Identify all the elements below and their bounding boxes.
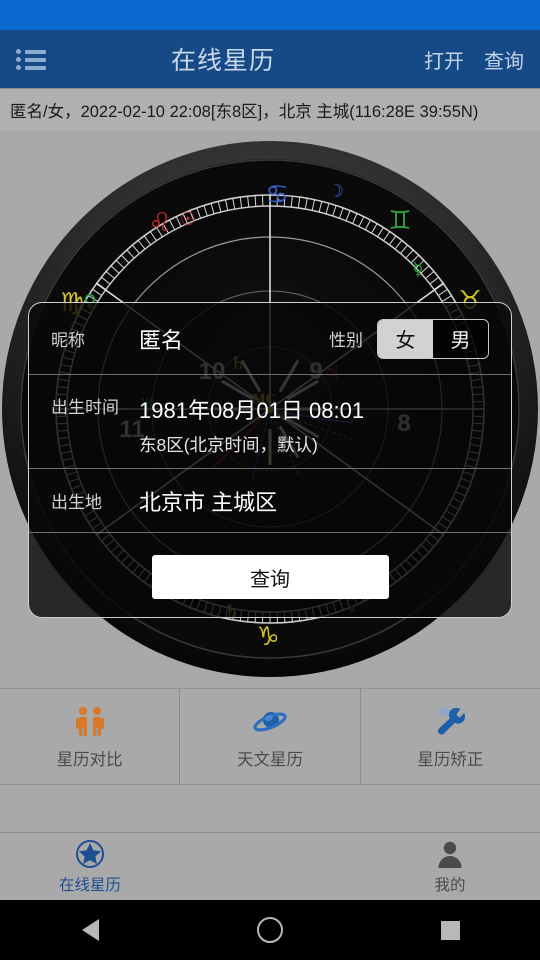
back-triangle-icon (81, 919, 99, 941)
query-action[interactable]: 查询 (484, 45, 524, 74)
feature-astronomy-label: 天文星历 (236, 750, 303, 769)
svg-text:♋: ♋ (265, 180, 288, 210)
star-circle-icon (75, 838, 105, 870)
svg-text:☿: ☿ (412, 259, 423, 280)
svg-text:♌: ♌ (148, 208, 171, 238)
birth-place-label: 出生地 (51, 493, 102, 512)
svg-text:☉: ☉ (180, 209, 196, 230)
gender-control: 性别 女 男 (329, 318, 489, 359)
planet-icon (250, 704, 290, 740)
svg-text:☽: ☽ (328, 181, 344, 202)
status-bar (0, 0, 540, 30)
gender-segmented-control: 女 男 (377, 318, 489, 359)
android-nav-bar (0, 900, 540, 960)
app-root: 在线星历 打开 查询 匿名/女，2022-02-10 22:08[东8区]，北京… (0, 0, 540, 960)
birth-time-values: 1981年08月01日 08:01 东8区(北京时间，默认) (139, 393, 364, 457)
recent-square-icon (440, 920, 460, 940)
feature-rectify[interactable]: 星历矫正 (359, 689, 540, 784)
person-icon (435, 838, 465, 870)
info-bar-text: 匿名/女，2022-02-10 22:08[东8区]，北京 主城(116:28E… (10, 103, 479, 121)
list-icon (16, 48, 46, 70)
birth-place-row[interactable]: 出生地 北京市 主城区 (29, 469, 511, 533)
submit-row: 查询 (29, 533, 511, 599)
svg-text:♊: ♊ (388, 206, 411, 236)
birth-time-value: 1981年08月01日 08:01 (139, 398, 365, 423)
header-actions: 打开 查询 (404, 45, 540, 74)
nav-back-button[interactable] (0, 919, 180, 941)
feature-compare-label: 星历对比 (56, 750, 123, 769)
svg-text:♑: ♑ (256, 622, 279, 652)
tab-mine-label: 我的 (434, 877, 466, 894)
app-header: 在线星历 打开 查询 (0, 30, 540, 88)
feature-button-row: 星历对比 天文星历 星历矫正 (0, 688, 540, 785)
page-title: 在线星历 (170, 47, 275, 75)
birth-time-timezone: 东8区(北京时间，默认) (139, 435, 318, 455)
submit-query-button[interactable]: 查询 (151, 555, 389, 599)
open-action[interactable]: 打开 (424, 45, 464, 74)
birth-time-row[interactable]: 出生时间 1981年08月01日 08:01 东8区(北京时间，默认) (29, 375, 511, 469)
bottom-tab-bar: 在线星历 我的 (0, 832, 540, 900)
feature-astronomy[interactable]: 天文星历 (179, 689, 359, 784)
birth-info-dialog: 昵称 匿名 性别 女 男 出生时间 1981年08月01日 08:01 东8区(… (28, 302, 512, 618)
info-bar[interactable]: 匿名/女，2022-02-10 22:08[东8区]，北京 主城(116:28E… (0, 88, 540, 132)
nickname-label: 昵称 (51, 331, 85, 350)
birth-place-value: 北京市 主城区 (139, 489, 278, 515)
nickname-row[interactable]: 昵称 匿名 性别 女 男 (29, 303, 511, 375)
tab-online-ephemeris[interactable]: 在线星历 (0, 833, 180, 900)
home-circle-icon (257, 917, 283, 943)
two-people-icon (72, 704, 108, 740)
tab-mine[interactable]: 我的 (360, 833, 540, 900)
gender-label: 性别 (329, 331, 363, 350)
tab-online-ephemeris-label: 在线星历 (58, 877, 121, 894)
feature-rectify-label: 星历矫正 (417, 750, 484, 769)
gender-option-female[interactable]: 女 (378, 319, 433, 358)
nav-recent-button[interactable] (360, 920, 540, 940)
nickname-value: 匿名 (139, 327, 184, 353)
birth-time-label: 出生时间 (51, 398, 119, 417)
feature-compare[interactable]: 星历对比 (0, 689, 179, 784)
nav-home-button[interactable] (180, 917, 360, 943)
gender-option-male[interactable]: 男 (433, 319, 488, 358)
wrench-icon (432, 704, 468, 740)
